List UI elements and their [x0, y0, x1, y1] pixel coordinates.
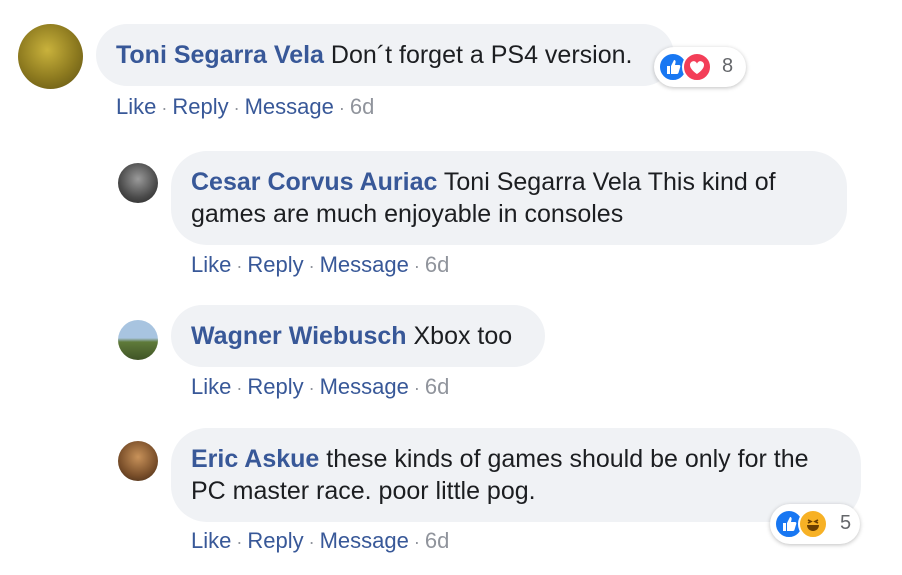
- separator: ·: [413, 532, 420, 552]
- comment-author[interactable]: Toni Segarra Vela: [116, 41, 324, 69]
- reaction-count: 8: [722, 55, 734, 77]
- message-link[interactable]: Message: [320, 528, 409, 553]
- reaction-summary[interactable]: 8: [654, 47, 746, 87]
- like-link[interactable]: Like: [191, 374, 231, 399]
- separator: ·: [236, 256, 243, 276]
- timestamp[interactable]: 6d: [425, 252, 449, 277]
- comment-bubble: Wagner Wiebusch Xbox too: [171, 305, 545, 367]
- avatar[interactable]: [118, 320, 158, 360]
- reply-link[interactable]: Reply: [172, 94, 228, 119]
- reply-link[interactable]: Reply: [247, 374, 303, 399]
- comment-actions: Like · Reply · Message · 6d: [191, 528, 449, 554]
- separator: ·: [236, 378, 243, 398]
- comment-bubble: Eric Askue these kinds of games should b…: [171, 428, 861, 522]
- separator: ·: [233, 98, 240, 118]
- reaction-summary[interactable]: 5: [770, 504, 860, 544]
- separator: ·: [236, 532, 243, 552]
- avatar[interactable]: [118, 441, 158, 481]
- message-link[interactable]: Message: [320, 252, 409, 277]
- separator: ·: [161, 98, 168, 118]
- haha-icon: [798, 509, 828, 539]
- comment-author[interactable]: Cesar Corvus Auriac: [191, 168, 437, 196]
- comment-author[interactable]: Wagner Wiebusch: [191, 322, 407, 350]
- like-link[interactable]: Like: [191, 528, 231, 553]
- separator: ·: [308, 532, 315, 552]
- message-link[interactable]: Message: [245, 94, 334, 119]
- comment-actions: Like · Reply · Message · 6d: [191, 252, 449, 278]
- separator: ·: [308, 378, 315, 398]
- like-link[interactable]: Like: [116, 94, 156, 119]
- comment-actions: Like · Reply · Message · 6d: [191, 374, 449, 400]
- avatar[interactable]: [118, 163, 158, 203]
- comment-bubble: Cesar Corvus Auriac Toni Segarra Vela Th…: [171, 151, 847, 245]
- reply-link[interactable]: Reply: [247, 252, 303, 277]
- separator: ·: [308, 256, 315, 276]
- comment-text: Don´t forget a PS4 version.: [330, 41, 633, 69]
- love-icon: [682, 52, 712, 82]
- separator: ·: [338, 98, 345, 118]
- comment-text: Xbox too: [413, 322, 513, 350]
- timestamp[interactable]: 6d: [350, 94, 374, 119]
- timestamp[interactable]: 6d: [425, 374, 449, 399]
- reaction-count: 5: [840, 512, 852, 534]
- like-link[interactable]: Like: [191, 252, 231, 277]
- timestamp[interactable]: 6d: [425, 528, 449, 553]
- separator: ·: [413, 378, 420, 398]
- comment-bubble: Toni Segarra Vela Don´t forget a PS4 ver…: [96, 24, 674, 86]
- message-link[interactable]: Message: [320, 374, 409, 399]
- reply-link[interactable]: Reply: [247, 528, 303, 553]
- comment-author[interactable]: Eric Askue: [191, 445, 319, 473]
- comment-actions: Like · Reply · Message · 6d: [116, 94, 374, 120]
- separator: ·: [413, 256, 420, 276]
- avatar[interactable]: [18, 24, 83, 89]
